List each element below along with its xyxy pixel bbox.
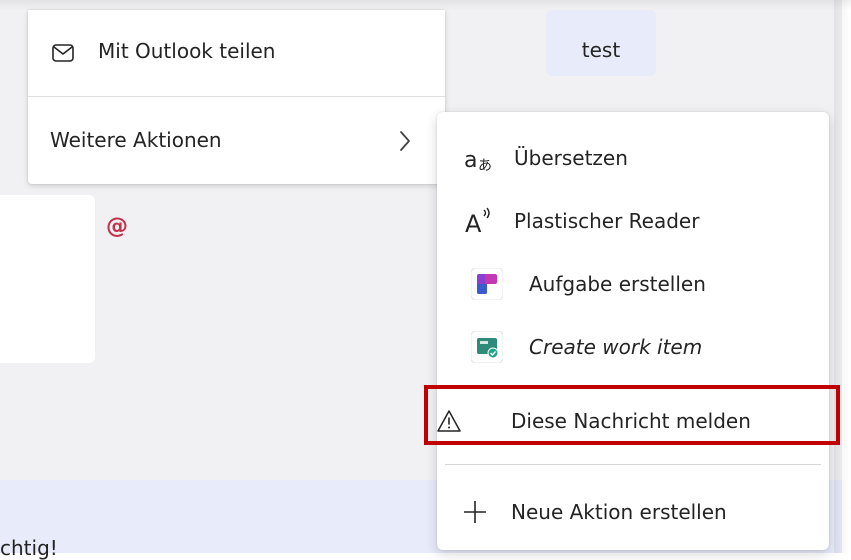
immersive-reader-menu-item[interactable]: A Plastischer Reader xyxy=(437,192,829,250)
message-context-menu: Mit Outlook teilen Weitere Aktionen xyxy=(28,10,445,184)
chat-message-text: test xyxy=(581,38,621,62)
immersive-reader-icon: A xyxy=(463,206,493,236)
right-edge-shadow xyxy=(834,0,851,553)
more-actions-menu-item[interactable]: Weitere Aktionen xyxy=(28,98,445,184)
work-item-app-icon xyxy=(471,331,503,363)
svg-text:a: a xyxy=(464,148,477,173)
chat-message-bubble[interactable]: test xyxy=(546,10,656,76)
menu-divider xyxy=(28,96,445,97)
partial-message-text: chtig! xyxy=(0,536,58,560)
more-actions-label: Weitere Aktionen xyxy=(50,128,222,152)
translate-menu-item[interactable]: a あ Übersetzen xyxy=(437,129,829,187)
chevron-right-icon xyxy=(398,130,412,152)
create-task-menu-item[interactable]: Aufgabe erstellen xyxy=(437,255,829,313)
plus-icon xyxy=(463,500,487,524)
submenu-divider xyxy=(445,464,821,465)
create-new-action-menu-item[interactable]: Neue Aktion erstellen xyxy=(437,483,829,541)
mention-indicator: @ xyxy=(106,214,128,239)
highlight-annotation-box xyxy=(424,385,840,445)
translate-icon: a あ xyxy=(461,143,501,173)
create-new-action-label: Neue Aktion erstellen xyxy=(511,500,727,524)
share-to-outlook-label: Mit Outlook teilen xyxy=(98,39,276,63)
svg-text:A: A xyxy=(465,210,482,236)
create-work-item-label: Create work item xyxy=(529,335,703,359)
immersive-reader-label: Plastischer Reader xyxy=(514,209,700,233)
share-to-outlook-menu-item[interactable]: Mit Outlook teilen xyxy=(28,10,445,96)
create-work-item-menu-item[interactable]: Create work item xyxy=(437,318,829,376)
top-edge-shadow xyxy=(0,0,851,10)
message-card[interactable] xyxy=(0,195,95,363)
more-actions-submenu: a あ Übersetzen A Plastischer Reader Aufg… xyxy=(437,112,829,550)
svg-text:あ: あ xyxy=(478,158,492,173)
create-task-label: Aufgabe erstellen xyxy=(529,272,706,296)
mail-icon xyxy=(52,43,74,63)
planner-app-icon xyxy=(471,268,503,300)
translate-label: Übersetzen xyxy=(514,146,628,170)
